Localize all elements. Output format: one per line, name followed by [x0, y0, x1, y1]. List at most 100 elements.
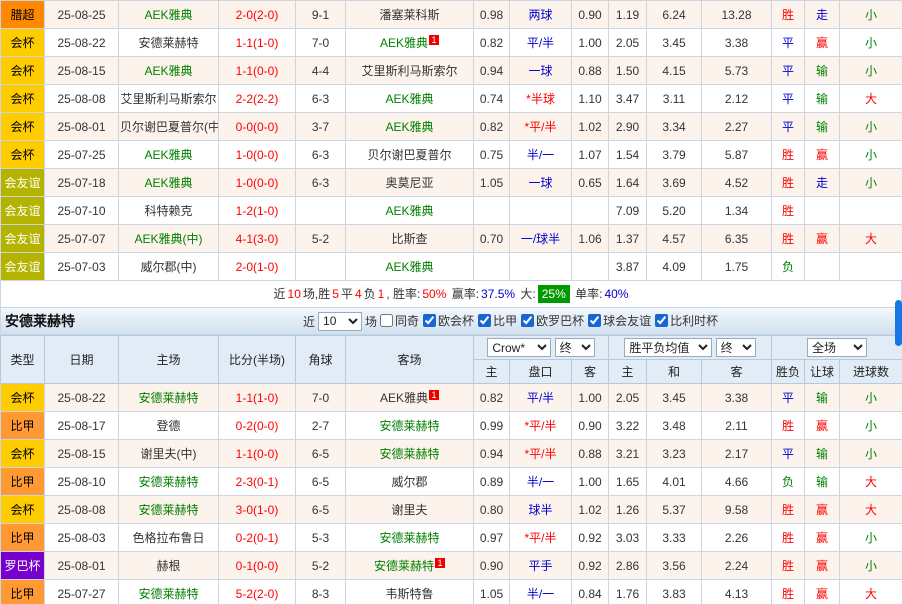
team-name[interactable]: 比斯查 — [391, 232, 427, 246]
euro-odds-time-select[interactable]: 终 — [716, 338, 756, 357]
match-row: 会友谊25-07-03威尔郡(中)2-0(1-0)AEK雅典3.874.091.… — [1, 253, 902, 281]
league-filter[interactable]: 比甲 — [478, 312, 517, 329]
league-cell: 会杯 — [1, 57, 45, 85]
team-name[interactable]: AEK雅典 — [144, 64, 192, 78]
score-cell: 2-0(1-0) — [219, 253, 296, 281]
anderlecht-history-table: 类型 日期 主场 比分(半场) 角球 客场 Crow* 终 胜平负均值 终 全场 — [0, 335, 902, 604]
away-team-cell: AEK雅典 — [346, 85, 474, 113]
bookmaker-select[interactable]: Crow* — [487, 338, 551, 357]
euro-draw-odds-cell: 3.79 — [647, 141, 702, 169]
team-name[interactable]: 威尔郡 — [391, 475, 427, 489]
league-filter-checkbox[interactable] — [588, 314, 601, 327]
asian-away-odds-cell: 1.07 — [572, 141, 609, 169]
team-name[interactable]: 色格拉布鲁日 — [132, 531, 204, 545]
team-name[interactable]: AEK雅典 — [144, 8, 192, 22]
team-name[interactable]: AEK雅典 — [380, 36, 428, 50]
league-filter[interactable]: 同奇 — [380, 312, 419, 329]
team-name[interactable]: 安德莱赫特 — [138, 36, 198, 50]
team-name[interactable]: 潘塞莱科斯 — [379, 8, 439, 22]
date-cell: 25-08-25 — [45, 1, 119, 29]
team-name[interactable]: AEK雅典 — [144, 176, 192, 190]
league-filter[interactable]: 球会友谊 — [588, 312, 651, 329]
home-team-cell: 安德莱赫特 — [119, 468, 219, 496]
league-filter[interactable]: 比利时杯 — [655, 312, 718, 329]
corner-cell: 7-0 — [296, 29, 346, 57]
red-card-badge: 1 — [429, 35, 439, 45]
team-name[interactable]: 赫根 — [156, 559, 180, 573]
away-team-cell: 威尔郡 — [346, 468, 474, 496]
team-name[interactable]: AEK雅典(中) — [134, 232, 202, 246]
league-filter-checkbox[interactable] — [521, 314, 534, 327]
team-name[interactable]: 贝尔谢巴夏普尔(中) — [120, 120, 219, 134]
home-team-cell: 科特赖克 — [119, 197, 219, 225]
team-name[interactable]: 韦斯特鲁 — [385, 587, 433, 601]
asian-home-odds-cell: 0.94 — [474, 57, 510, 85]
summary-segment: 平 — [341, 287, 353, 301]
date-cell: 25-08-10 — [45, 468, 119, 496]
team-name[interactable]: 安德莱赫特 — [138, 503, 198, 517]
league-filter-checkbox[interactable] — [423, 314, 436, 327]
corner-cell: 9-1 — [296, 1, 346, 29]
euro-home-odds-cell: 1.37 — [609, 225, 647, 253]
away-team-cell: 安德莱赫特1 — [346, 552, 474, 580]
team-name[interactable]: 艾里斯利马斯索尔 — [120, 92, 216, 106]
team-name[interactable]: AEK雅典 — [380, 391, 428, 405]
league-filter[interactable]: 欧罗巴杯 — [521, 312, 584, 329]
summary-segment: 10 — [288, 287, 301, 301]
recent-count-select[interactable]: 10 — [318, 312, 362, 331]
league-filter[interactable]: 欧会杯 — [423, 312, 474, 329]
asian-home-odds-cell: 0.82 — [474, 29, 510, 57]
league-cell: 比甲 — [1, 468, 45, 496]
euro-odds-avg-select[interactable]: 胜平负均值 — [624, 338, 712, 357]
away-team-cell: AEK雅典 — [346, 253, 474, 281]
team-name[interactable]: 安德莱赫特 — [138, 587, 198, 601]
team-name[interactable]: AEK雅典 — [385, 92, 433, 106]
team-name[interactable]: 安德莱赫特 — [379, 447, 439, 461]
team-name[interactable]: AEK雅典 — [385, 120, 433, 134]
team-name[interactable]: 奥莫尼亚 — [385, 176, 433, 190]
team-name[interactable]: 安德莱赫特 — [138, 475, 198, 489]
team-name[interactable]: AEK雅典 — [385, 204, 433, 218]
league-filter-checkbox[interactable] — [478, 314, 491, 327]
score-cell: 0-0(0-0) — [219, 113, 296, 141]
euro-home-odds-cell: 1.26 — [609, 496, 647, 524]
asian-home-odds-cell — [474, 197, 510, 225]
team-name[interactable]: 登德 — [156, 419, 180, 433]
euro-draw-odds-cell: 3.45 — [647, 29, 702, 57]
goals-cell: 小 — [840, 1, 902, 29]
team-name[interactable]: 威尔郡(中) — [141, 260, 197, 274]
euro-draw-odds-cell: 5.20 — [647, 197, 702, 225]
asian-odds-time-select[interactable]: 终 — [555, 338, 595, 357]
away-team-cell: 安德莱赫特 — [346, 524, 474, 552]
team-name[interactable]: 安德莱赫特 — [138, 391, 198, 405]
corner-cell: 6-5 — [296, 468, 346, 496]
red-card-badge: 1 — [435, 558, 445, 568]
date-cell: 25-08-01 — [45, 552, 119, 580]
euro-away-odds-cell: 13.28 — [702, 1, 772, 29]
match-row: 会杯25-08-08安德莱赫特3-0(1-0)6-5谢里夫0.80球半1.021… — [1, 496, 902, 524]
team-name[interactable]: 贝尔谢巴夏普尔 — [367, 148, 451, 162]
league-cell: 罗巴杯 — [1, 552, 45, 580]
summary-segment: 5 — [332, 287, 339, 301]
summary-segment: , 胜率: — [386, 287, 420, 301]
league-filter-checkbox[interactable] — [655, 314, 668, 327]
home-team-cell: AEK雅典 — [119, 141, 219, 169]
league-filter-label: 比利时杯 — [670, 312, 718, 329]
team-name[interactable]: 谢里夫(中) — [141, 447, 197, 461]
team-name[interactable]: 安德莱赫特 — [374, 559, 434, 573]
euro-draw-odds-cell: 4.09 — [647, 253, 702, 281]
scrollbar-thumb[interactable] — [895, 300, 902, 346]
corner-cell: 7-0 — [296, 384, 346, 412]
match-scope-select[interactable]: 全场 — [807, 338, 867, 357]
team-name[interactable]: AEK雅典 — [144, 148, 192, 162]
league-filter-checkbox[interactable] — [380, 314, 393, 327]
team-name[interactable]: 艾里斯利马斯索尔 — [361, 64, 457, 78]
date-cell: 25-08-15 — [45, 440, 119, 468]
team-name[interactable]: AEK雅典 — [385, 260, 433, 274]
team-name[interactable]: 谢里夫 — [391, 503, 427, 517]
team-name[interactable]: 安德莱赫特 — [379, 419, 439, 433]
team-name[interactable]: 安德莱赫特 — [379, 531, 439, 545]
date-cell: 25-07-25 — [45, 141, 119, 169]
team-name[interactable]: 科特赖克 — [144, 204, 192, 218]
corner-cell: 6-5 — [296, 496, 346, 524]
